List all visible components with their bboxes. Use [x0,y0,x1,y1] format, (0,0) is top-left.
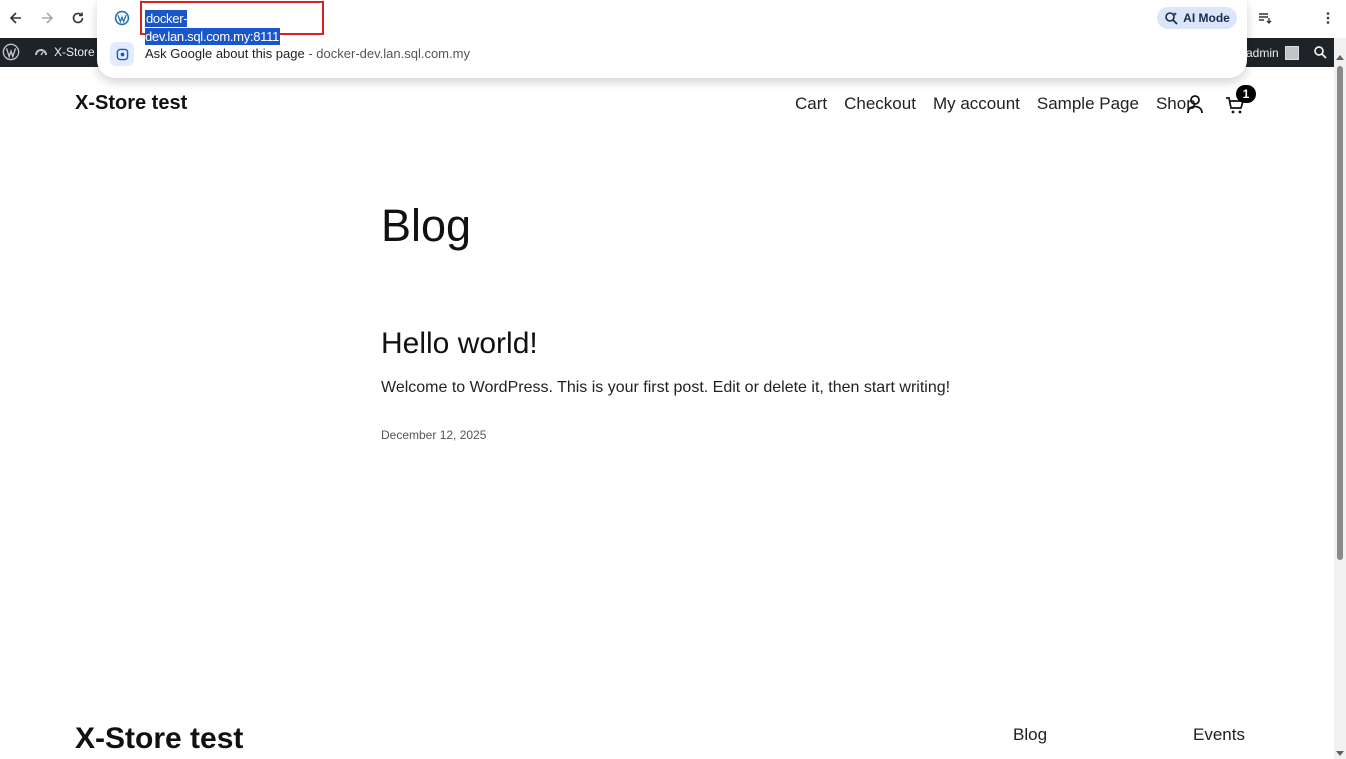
back-arrow-icon [9,12,21,24]
omnibox-dropdown: docker-dev.lan.sql.com.my:8111 AI Mode A… [97,0,1247,78]
post-excerpt: Welcome to WordPress. This is your first… [381,379,951,396]
suggestion-domain: docker-dev.lan.sql.com.my [316,46,470,61]
suggestion-query: Ask Google about this page [145,46,305,61]
ai-search-icon [1165,12,1178,25]
admin-bar-site-link[interactable]: X-Store [34,45,95,59]
reload-button[interactable] [66,6,90,30]
tab-search-button[interactable] [1253,6,1277,30]
forward-button[interactable] [35,6,59,30]
user-icon[interactable] [1185,93,1205,115]
more-vert-icon [1326,12,1330,24]
suggestion-separator: - [304,46,317,61]
scroll-up-arrow[interactable] [1336,55,1344,60]
scrollbar-thumb[interactable] [1337,66,1343,560]
omnibox-suggestion[interactable]: Ask Google about this page - docker-dev.… [97,40,1247,68]
google-lens-icon [110,42,134,66]
nav-link-cart[interactable]: Cart [795,94,827,114]
footer-link-blog[interactable]: Blog [1013,725,1047,745]
search-icon[interactable] [1313,45,1327,59]
admin-bar-site-name: X-Store [54,45,95,59]
nav-link-sample-page[interactable]: Sample Page [1037,94,1139,114]
site-title[interactable]: X-Store test [75,92,187,115]
nav-link-my-account[interactable]: My account [933,94,1020,114]
address-bar[interactable]: docker-dev.lan.sql.com.my:8111 [140,1,324,45]
site-navigation: Cart Checkout My account Sample Page Sho… [795,94,1196,114]
post-title-link[interactable]: Hello world! [381,327,538,361]
wordpress-icon[interactable] [2,43,20,61]
tab-list-icon [1259,13,1272,24]
back-button[interactable] [4,6,28,30]
admin-bar-username: admin [1246,46,1279,60]
ai-mode-button[interactable]: AI Mode [1157,7,1237,29]
browser-menu-button[interactable] [1316,6,1340,30]
dashboard-icon [35,49,47,56]
avatar [1284,46,1299,60]
page-title: Blog [381,200,472,251]
scroll-down-arrow[interactable] [1336,751,1344,756]
reload-icon [72,12,84,24]
post-date[interactable]: December 12, 2025 [381,428,486,442]
page-scrollbar[interactable] [1334,38,1346,759]
admin-bar-account[interactable]: admin [1246,46,1299,60]
cart-count-badge: 1 [1236,85,1256,103]
footer-site-title[interactable]: X-Store test [75,722,243,756]
forward-arrow-icon [42,12,54,24]
suggestion-text: Ask Google about this page - docker-dev.… [145,46,470,61]
nav-link-checkout[interactable]: Checkout [844,94,916,114]
footer-link-events[interactable]: Events [1193,725,1245,745]
ai-mode-label: AI Mode [1183,11,1230,25]
wordpress-icon [114,10,130,26]
